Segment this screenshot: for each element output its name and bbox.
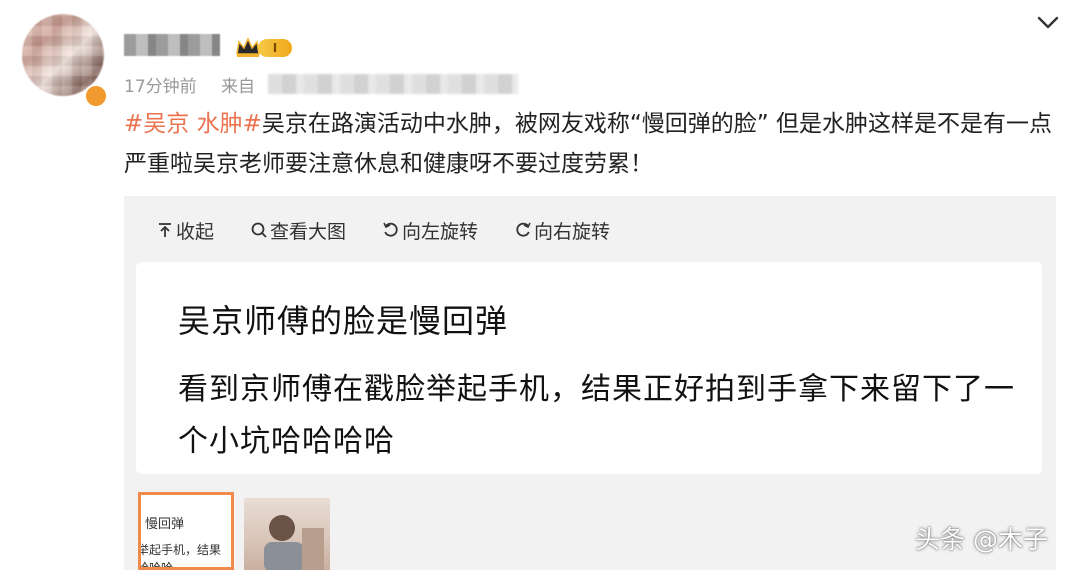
vip-badge[interactable]: I	[234, 36, 298, 60]
thumbnail-1-line-2: 举起手机，结果	[138, 543, 222, 557]
image-toolbar: 收起 查看大图 向左旋转 向右旋转	[156, 214, 646, 246]
post-text: #吴京 水肿#吴京在路演活动中水肿，被网友戏称“慢回弹的脸” 但是水肿这样是不是…	[124, 104, 1054, 184]
watermark: 头条 @木子	[915, 525, 1048, 554]
image-card-body: 看到京师傅在戳脸举起手机，结果正好拍到手拿下来留下了一个小坑哈哈哈哈	[178, 372, 1015, 459]
thumbnail-1-line-1: 慢回弹	[145, 517, 185, 532]
rotate-right-label: 向右旋转	[534, 220, 611, 243]
vip-level: I	[258, 39, 292, 57]
collapse-label: 收起	[176, 220, 215, 243]
rotate-right-button[interactable]: 向右旋转	[514, 217, 610, 244]
post-source-label: 来自	[221, 77, 255, 97]
view-large-label: 查看大图	[270, 220, 347, 243]
rotate-right-icon	[516, 222, 531, 237]
post-time[interactable]: 17分钟前	[124, 72, 197, 97]
collapse-button[interactable]: 收起	[156, 217, 214, 244]
view-large-button[interactable]: 查看大图	[250, 217, 346, 244]
verified-icon	[84, 84, 108, 108]
thumbnail-1[interactable]: 慢回弹 举起手机，结果 哈哈哈	[138, 492, 234, 570]
rotate-left-button[interactable]: 向左旋转	[382, 217, 478, 244]
collapse-icon	[159, 223, 171, 237]
rotate-left-icon	[383, 222, 398, 237]
thumbnail-2[interactable]	[244, 498, 330, 570]
hashtag-link[interactable]: #吴京 水肿#	[124, 111, 262, 137]
post-source-blurred	[268, 74, 518, 94]
username-blurred[interactable]	[124, 34, 220, 56]
search-icon	[251, 222, 267, 238]
person-photo-thumbnail	[264, 515, 324, 570]
thumbnail-1-line-3: 哈哈哈	[138, 561, 174, 570]
post-body: 吴京在路演活动中水肿，被网友戏称“慢回弹的脸” 但是水肿这样是不是有一点严重啦吴…	[124, 111, 1053, 177]
image-card-title: 吴京师傅的脸是慢回弹	[178, 302, 509, 340]
rotate-left-label: 向左旋转	[402, 220, 479, 243]
chevron-down-icon[interactable]	[1034, 8, 1062, 36]
